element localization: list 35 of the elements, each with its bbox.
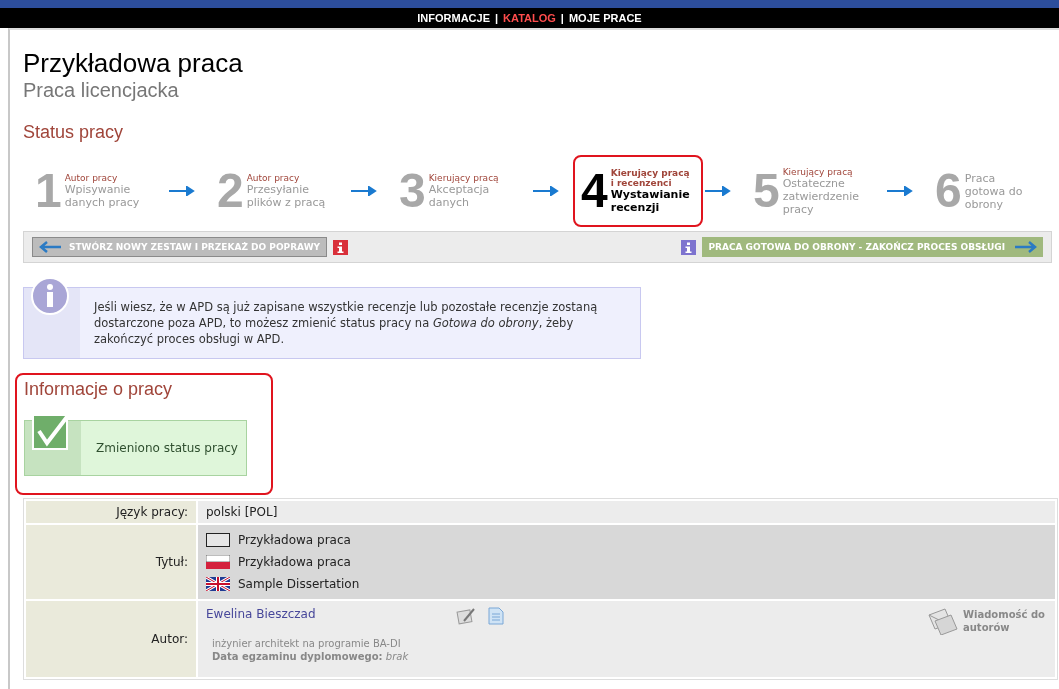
edit-icon[interactable] (455, 607, 476, 625)
title-text: Przykładowa praca (238, 533, 351, 547)
program-text: inżynier architekt na programie BA-DI (212, 637, 402, 650)
section-heading: Informacje o pracy (24, 379, 174, 400)
arrow-icon (169, 186, 195, 196)
flag-icon (206, 577, 230, 591)
title-text: Sample Dissertation (238, 577, 360, 591)
envelope-icon (927, 607, 959, 635)
info-icon[interactable] (333, 239, 349, 255)
page-title: Przykładowa praca (23, 48, 244, 78)
info-icon (30, 276, 70, 316)
nav-link[interactable]: KATALOG (503, 12, 556, 24)
row-label: Tytuł: (26, 525, 196, 599)
info-text: Jeśli wiesz, że w APD są już zapisane wszystkie recenzje lub pozostałe recenzje zostaną dostarczone poza APD, to możesz zmienić status pracy na Gotowa do obrony, żeby zakończyć proces obsługi w APD. (92, 299, 599, 348)
arrow-left-icon (39, 241, 61, 253)
arrow-icon (705, 186, 731, 196)
arrow-right-icon (1015, 241, 1037, 253)
flag-icon (206, 555, 230, 569)
exam-date-text: Data egzaminu dyplomowego: brak (212, 650, 410, 663)
page-subtitle: Praca licencjacka (23, 78, 180, 102)
arrow-icon (351, 186, 377, 196)
row-label: Język pracy: (26, 501, 196, 523)
cell-value: polski [POL] (206, 505, 278, 519)
flag-icon (206, 533, 230, 547)
section-heading: Status pracy (23, 122, 125, 143)
nav-separator: | (560, 12, 564, 24)
nav-separator: | (495, 12, 499, 24)
author-link[interactable]: Ewelina Bieszczad (206, 607, 316, 621)
nav-link[interactable]: INFORMACJE (417, 12, 491, 24)
arrow-icon (887, 186, 913, 196)
row-label: Autor: (26, 601, 196, 677)
arrow-icon (533, 186, 559, 196)
nav-link[interactable]: MOJE PRACE (568, 12, 642, 24)
info-icon[interactable] (681, 239, 697, 255)
title-text: Przykładowa praca (238, 555, 351, 569)
